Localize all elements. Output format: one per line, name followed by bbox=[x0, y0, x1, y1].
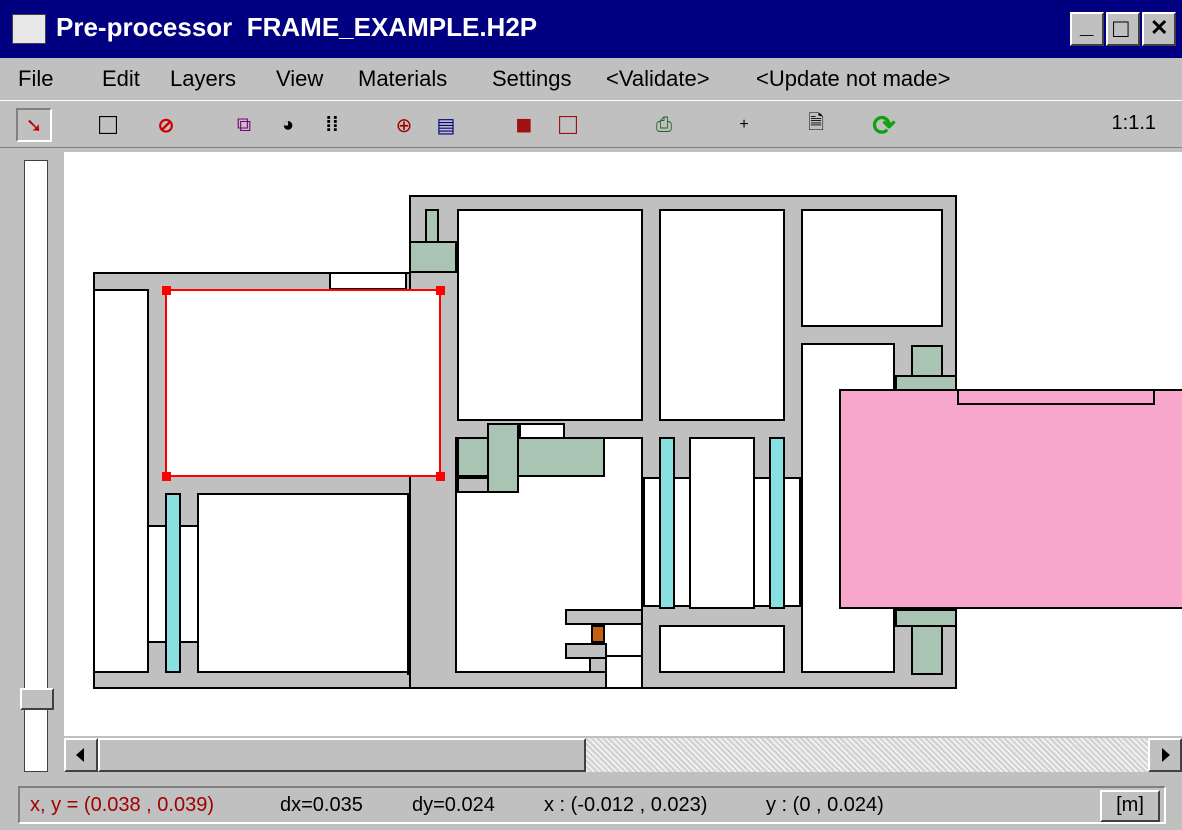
scroll-left-button[interactable] bbox=[64, 738, 98, 772]
calculation-icon: ⎙ bbox=[656, 113, 672, 136]
status-y-range: y : (0 , 0.024) bbox=[766, 794, 884, 816]
maximize-button[interactable]: □ bbox=[1106, 12, 1140, 46]
arrow-right-icon bbox=[1162, 748, 1170, 762]
refresh-icon: ⟳ bbox=[872, 109, 896, 141]
frame-left-cavity-tall bbox=[93, 289, 149, 673]
gasket-center-wide bbox=[457, 437, 605, 477]
plus-icon: + bbox=[739, 116, 749, 133]
layers-select-button[interactable]: ⧉ bbox=[226, 108, 262, 142]
palette-icon: ◕ bbox=[281, 113, 295, 136]
app-icon bbox=[12, 14, 46, 44]
document-button[interactable]: 🗎 bbox=[798, 108, 834, 142]
fill-solid-button[interactable]: ■ bbox=[506, 108, 542, 142]
cursor-coordinates: x, y = (0.038 , 0.039) bbox=[30, 794, 214, 816]
status-x-range: x : (-0.012 , 0.023) bbox=[544, 794, 708, 816]
selection-handle-tr[interactable] bbox=[436, 286, 445, 295]
frame-cavity-3 bbox=[801, 209, 943, 327]
menu-view[interactable]: View bbox=[276, 66, 323, 92]
gasket-top-stem bbox=[425, 209, 439, 243]
window-title: Pre-processor FRAME_EXAMPLE.H2P bbox=[56, 12, 538, 42]
hardware-detail bbox=[591, 625, 605, 643]
maximize-icon: □ bbox=[1113, 13, 1129, 43]
title-bar: Pre-processor FRAME_EXAMPLE.H2P _ □ ✕ bbox=[0, 0, 1182, 58]
grid-points-button[interactable]: ⁞⁞ bbox=[314, 108, 350, 142]
insulation-panel-notch bbox=[957, 389, 1155, 405]
glass-edge-left-1 bbox=[165, 493, 181, 673]
frame-cavity-6 bbox=[689, 437, 755, 609]
rebate-strip-3 bbox=[589, 657, 607, 673]
menu-materials[interactable]: Materials bbox=[358, 66, 447, 92]
horizontal-scroll-thumb[interactable] bbox=[98, 738, 586, 772]
menu-settings[interactable]: Settings bbox=[492, 66, 572, 92]
minimize-button[interactable]: _ bbox=[1070, 12, 1104, 46]
close-icon: ✕ bbox=[1150, 15, 1169, 40]
menu-validate[interactable]: <Validate> bbox=[606, 66, 710, 92]
grid-icon: ⁞⁞ bbox=[325, 113, 339, 136]
document-icon: 🗎 bbox=[807, 112, 825, 134]
frame-left-cavity-lower bbox=[197, 493, 409, 673]
menu-update-not-made[interactable]: <Update not made> bbox=[756, 66, 950, 92]
glass-edge-mid-2 bbox=[769, 437, 785, 609]
refresh-button[interactable]: ⟳ bbox=[866, 108, 902, 142]
layers-icon: ⧉ bbox=[236, 113, 252, 136]
fill-outline-button[interactable]: □ bbox=[550, 108, 586, 142]
materials-palette-button[interactable]: ◕ bbox=[270, 108, 306, 142]
rectangle-button[interactable]: □ bbox=[90, 108, 126, 142]
menu-edit[interactable]: Edit bbox=[102, 66, 140, 92]
no-entry-icon: ⊘ bbox=[157, 114, 175, 137]
arrow-left-icon bbox=[76, 748, 84, 762]
rebate-strip-1 bbox=[565, 609, 643, 625]
frame-left-top-strip bbox=[329, 272, 407, 290]
arrow-icon: ➘ bbox=[25, 114, 43, 137]
selection-rectangle[interactable] bbox=[165, 289, 441, 477]
no-entry-button[interactable]: ⊘ bbox=[148, 108, 184, 142]
frame-cavity-2 bbox=[659, 209, 785, 421]
rectangle-icon: □ bbox=[98, 108, 118, 141]
frame-cavity-1 bbox=[457, 209, 643, 421]
glass-edge-mid-1 bbox=[659, 437, 675, 609]
magnifier-icon: ⊕ bbox=[395, 114, 413, 137]
add-button[interactable]: + bbox=[726, 108, 762, 142]
gasket-center-low-strip bbox=[457, 477, 489, 493]
gasket-right-stem bbox=[911, 345, 943, 377]
selection-handle-bl[interactable] bbox=[162, 472, 171, 481]
selection-handle-br[interactable] bbox=[436, 472, 445, 481]
frame-cavity-7 bbox=[659, 625, 785, 673]
status-dx: dx=0.035 bbox=[280, 794, 363, 816]
scale-label: 1:1.1 bbox=[1111, 112, 1156, 134]
view-window-button[interactable]: ▤ bbox=[428, 108, 464, 142]
insulation-panel bbox=[839, 389, 1182, 609]
gasket-center-post bbox=[487, 423, 519, 493]
unit-label: [m] bbox=[1116, 794, 1144, 816]
selection-handle-tl[interactable] bbox=[162, 286, 171, 295]
cross-section-drawing[interactable] bbox=[64, 152, 1182, 736]
zoom-button[interactable]: ⊕ bbox=[386, 108, 422, 142]
solid-square-icon: ■ bbox=[515, 109, 533, 140]
glass-slot bbox=[519, 423, 565, 439]
close-button[interactable]: ✕ bbox=[1142, 12, 1176, 46]
vertical-scroll-thumb[interactable] bbox=[20, 688, 54, 710]
unit-button[interactable]: [m] bbox=[1100, 790, 1160, 822]
gasket-bottom-stem bbox=[911, 625, 943, 675]
gasket-right-bar bbox=[895, 375, 957, 391]
outline-square-icon: □ bbox=[558, 108, 578, 141]
drawing-canvas[interactable] bbox=[64, 152, 1182, 736]
scroll-right-button[interactable] bbox=[1148, 738, 1182, 772]
select-arrow-button[interactable]: ➘ bbox=[16, 108, 52, 142]
minimize-icon: _ bbox=[1080, 12, 1094, 39]
gasket-bottom-bar bbox=[895, 609, 957, 627]
rebate-strip-2 bbox=[565, 643, 607, 659]
vertical-scrollbar[interactable] bbox=[24, 160, 48, 772]
run-calculation-button[interactable]: ⎙ bbox=[646, 108, 682, 142]
frame-corner-cavity bbox=[605, 655, 643, 689]
window-icon: ▤ bbox=[436, 114, 456, 137]
gasket-top-block bbox=[409, 241, 457, 273]
menu-layers[interactable]: Layers bbox=[170, 66, 236, 92]
status-dy: dy=0.024 bbox=[412, 794, 495, 816]
menu-file[interactable]: File bbox=[18, 66, 53, 92]
